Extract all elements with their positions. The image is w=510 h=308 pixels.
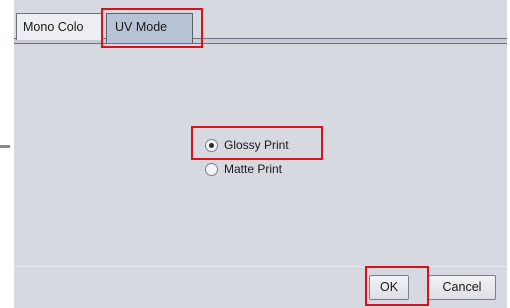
- tab-mono-color[interactable]: Mono Colo: [16, 13, 102, 40]
- ok-button[interactable]: OK: [369, 275, 409, 300]
- radio-unchecked-icon[interactable]: [205, 162, 218, 176]
- button-bar: OK Cancel: [14, 266, 507, 308]
- radio-matte-print[interactable]: Matte Print: [205, 162, 282, 176]
- radio-matte-print-label: Matte Print: [224, 162, 283, 176]
- dialog-panel: Mono Colo UV Mode Glossy Print Matte Pri…: [14, 0, 507, 308]
- tab-uv-mode-label: UV Mode: [115, 20, 168, 34]
- window-edge-mark: [0, 145, 10, 148]
- radio-glossy-print[interactable]: Glossy Print: [205, 138, 289, 152]
- tab-mono-color-label: Mono Colo: [23, 20, 84, 34]
- radio-checked-icon[interactable]: [205, 138, 218, 152]
- tab-uv-mode[interactable]: UV Mode: [106, 13, 193, 43]
- radio-glossy-print-label: Glossy Print: [224, 138, 289, 152]
- uv-mode-content: Glossy Print Matte Print: [14, 44, 507, 266]
- tab-bar: Mono Colo UV Mode: [14, 0, 507, 44]
- cancel-button[interactable]: Cancel: [428, 275, 496, 300]
